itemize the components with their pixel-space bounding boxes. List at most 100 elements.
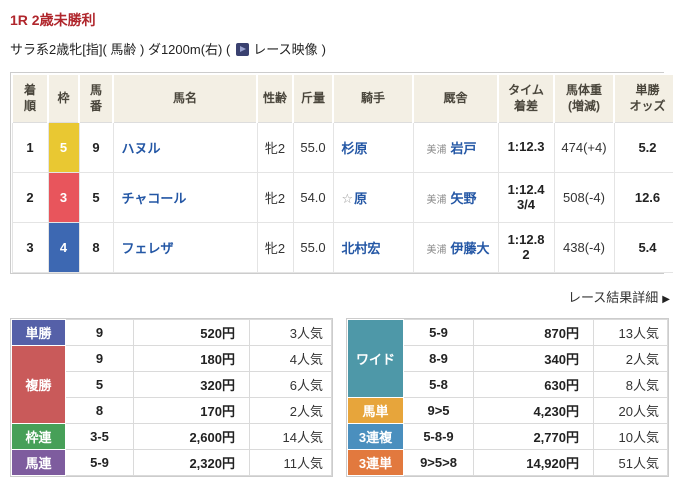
payout-amount: 340円	[473, 345, 594, 372]
column-header-horse-number: 馬番	[78, 73, 114, 123]
time-margin-cell: 1:12.4 3/4	[497, 172, 555, 223]
race-title: 1R 2歳未勝利	[10, 12, 96, 28]
horse-name-link[interactable]: ハヌル	[122, 141, 161, 156]
trainer-link[interactable]: 矢野	[451, 191, 477, 206]
sex-age: 牝2	[256, 172, 294, 223]
stable-cell: 美浦 岩戸	[412, 122, 499, 173]
page: 1R 2歳未勝利 サラ系2歳牝[指]( 馬齢 ) ダ1200m(右) ( レース映…	[0, 0, 673, 477]
payout-popularity: 6人気	[249, 371, 332, 398]
payout-table-left: 単勝 9 520円 3人気 複勝 9 180円 4人気 5 320円 6人気 8 170円 2人気 枠連 3-…	[10, 318, 333, 477]
sex-age: 牝2	[256, 122, 294, 173]
race-result-detail-label: レース結果詳細	[567, 290, 659, 305]
arrow-right-icon: ▶	[662, 294, 670, 305]
payout-amount: 520円	[133, 319, 250, 346]
jockey-cell: ☆原	[332, 172, 414, 223]
column-header-time-margin: タイム 着差	[497, 73, 555, 123]
horse-weight: 438(-4)	[553, 222, 615, 273]
payout-combination: 5-8	[403, 371, 474, 398]
payout-row: ワイド 5-9 870円 13人気	[347, 319, 668, 398]
race-conditions-close: )	[321, 42, 326, 57]
horse-weight: 508(-4)	[553, 172, 615, 223]
bet-type-tansho: 単勝	[11, 319, 66, 346]
payout-popularity: 20人気	[593, 397, 668, 424]
race-results-table: 着順枠馬番馬名性齢斤量騎手厩舎タイム着差馬体重(増減)単勝オッズ人気 159 ハヌ…	[10, 72, 673, 274]
race-conditions-text: サラ系2歳牝[指]( 馬齢 ) ダ1200m(右) (	[10, 42, 231, 57]
payout-combination: 5-9	[403, 319, 474, 346]
jockey-link[interactable]: 杉原	[342, 141, 368, 156]
payout-amount: 170円	[133, 397, 250, 424]
payout-combination: 5	[65, 371, 134, 398]
race-result-detail-link[interactable]: レース結果詳細 ▶	[568, 290, 670, 305]
race-video-icon[interactable]	[236, 43, 250, 56]
payout-combination: 5-9	[65, 449, 134, 476]
horse-name-cell: ハヌル	[112, 122, 258, 173]
payout-amount: 320円	[133, 371, 250, 398]
bet-type-umatan: 馬単	[347, 397, 404, 424]
payout-row: 3連単 9>5>8 14,920円 51人気	[347, 449, 668, 476]
results-header-row: 着順枠馬番馬名性齢斤量騎手厩舎タイム着差馬体重(増減)単勝オッズ人気	[11, 73, 673, 123]
payout-combination: 9	[65, 319, 134, 346]
finish-position: 1	[11, 122, 49, 173]
payout-combination: 5-8-9	[403, 423, 474, 450]
payout-row: 単勝 9 520円 3人気	[11, 319, 332, 346]
jockey-link[interactable]: 北村宏	[342, 241, 381, 256]
payout-combination: 3-5	[65, 423, 134, 450]
jockey-cell: 杉原	[332, 122, 414, 173]
stable-region: 美浦	[426, 195, 447, 206]
carried-weight: 55.0	[292, 222, 334, 273]
payout-popularity: 2人気	[593, 345, 668, 372]
payout-popularity: 14人気	[249, 423, 332, 450]
payout-row: 3連複 5-8-9 2,770円 10人気	[347, 423, 668, 450]
stable-cell: 美浦 矢野	[412, 172, 499, 223]
column-header-weight: 斤量	[292, 73, 334, 123]
horse-name-link[interactable]: フェレザ	[122, 241, 174, 256]
sex-age: 牝2	[256, 222, 294, 273]
payout-popularity: 51人気	[593, 449, 668, 476]
payout-popularity: 3人気	[249, 319, 332, 346]
bet-type-wide: ワイド	[347, 319, 404, 398]
payout-popularity: 8人気	[593, 371, 668, 398]
payout-combination: 9>5>8	[403, 449, 474, 476]
win-odds: 5.4	[613, 222, 673, 273]
column-header-sex-age: 性齢	[256, 73, 294, 123]
horse-name-link[interactable]: チャコール	[122, 191, 187, 206]
payout-table-right: ワイド 5-9 870円 13人気 8-9 340円 2人気 5-8 630円 8人気 馬単 9>5 4…	[346, 318, 669, 477]
finish-position: 2	[11, 172, 49, 223]
payout-amount: 2,600円	[133, 423, 250, 450]
column-header-stable: 厩舎	[412, 73, 499, 123]
payout-popularity: 11人気	[249, 449, 332, 476]
jockey-link[interactable]: 原	[354, 191, 367, 206]
win-odds: 5.2	[613, 122, 673, 173]
column-header-win-odds: 単勝 オッズ	[613, 73, 673, 123]
bet-type-fukusho: 複勝	[11, 345, 66, 424]
payout-combination: 8	[65, 397, 134, 424]
win-odds: 12.6	[613, 172, 673, 223]
margin: 3/4	[516, 196, 536, 212]
finish-time: 1:12.4	[507, 181, 545, 197]
race-video-link[interactable]: レース映像	[253, 42, 317, 57]
bet-type-sanrenpuku: 3連複	[347, 423, 404, 450]
payout-row: 馬連 5-9 2,320円 11人気	[11, 449, 332, 476]
payout-amount: 630円	[473, 371, 594, 398]
race-conditions: サラ系2歳牝[指]( 馬齢 ) ダ1200m(右) ( レース映像)	[10, 39, 665, 58]
payout-row: 複勝 9 180円 4人気	[11, 345, 332, 424]
column-header-horse-name: 馬名	[112, 73, 258, 123]
result-row: 159ハヌル牝255.0杉原美浦岩戸1:12.3474(+4)5.23	[11, 122, 673, 173]
trainer-link[interactable]: 岩戸	[451, 141, 477, 156]
payout-row: 枠連 3-5 2,600円 14人気	[11, 423, 332, 450]
frame-number: 3	[47, 172, 80, 223]
time-margin-cell: 1:12.3	[497, 122, 555, 173]
frame-number: 5	[47, 122, 80, 173]
payout-combination: 9	[65, 345, 134, 372]
finish-position: 3	[11, 222, 49, 273]
horse-weight: 474(+4)	[553, 122, 615, 173]
play-icon	[240, 46, 247, 52]
payout-amount: 870円	[473, 319, 594, 346]
payout-popularity: 10人気	[593, 423, 668, 450]
margin: 2	[522, 246, 530, 262]
stable-region: 美浦	[426, 245, 447, 256]
payout-combination: 9>5	[403, 397, 474, 424]
trainer-link[interactable]: 伊藤大	[451, 241, 490, 256]
payout-amount: 4,230円	[473, 397, 594, 424]
horse-name-cell: チャコール	[112, 172, 258, 223]
